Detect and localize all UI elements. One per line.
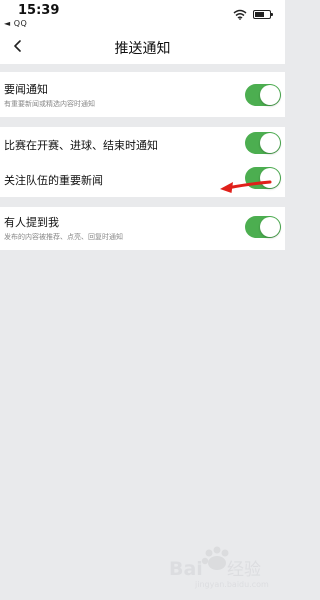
svg-text:jingyan.baidu.com: jingyan.baidu.com bbox=[194, 580, 269, 589]
headline-news-toggle[interactable] bbox=[245, 84, 281, 106]
nav-bar: 推送通知 bbox=[0, 30, 285, 64]
watermark-logo: Bai 经验 jingyan.baidu.com bbox=[169, 546, 269, 589]
status-time: 15:39 bbox=[18, 3, 60, 18]
section-headline-news: 要闻通知 有重要新闻或精选内容时通知 bbox=[0, 72, 285, 117]
match-events-toggle[interactable] bbox=[245, 132, 281, 154]
setting-row-match-events: 比赛在开赛、进球、结束时通知 bbox=[0, 127, 285, 162]
setting-subtitle: 发布的内容被推荐、点亮、回复时通知 bbox=[4, 233, 123, 241]
svg-text:经验: 经验 bbox=[227, 560, 261, 580]
setting-subtitle: 有重要新闻或精选内容时通知 bbox=[4, 100, 95, 108]
back-to-app-link[interactable]: ◄ QQ bbox=[4, 19, 27, 28]
section-mentions: 有人提到我 发布的内容被推荐、点亮、回复时通知 bbox=[0, 207, 285, 250]
setting-title: 要闻通知 bbox=[4, 83, 48, 96]
status-icons bbox=[233, 8, 273, 20]
mentions-toggle[interactable] bbox=[245, 216, 281, 238]
setting-row-headline-news: 要闻通知 有重要新闻或精选内容时通知 bbox=[0, 72, 285, 117]
svg-text:Bai: Bai bbox=[169, 558, 203, 580]
page-title: 推送通知 bbox=[114, 41, 171, 57]
setting-title: 关注队伍的重要新闻 bbox=[4, 174, 103, 187]
setting-row-mentions: 有人提到我 发布的内容被推荐、点亮、回复时通知 bbox=[0, 207, 285, 250]
status-bar: 15:39 ◄ QQ bbox=[0, 0, 285, 30]
setting-title: 比赛在开赛、进球、结束时通知 bbox=[4, 139, 158, 152]
wifi-icon bbox=[233, 9, 247, 20]
battery-icon bbox=[253, 9, 273, 19]
annotation-arrow-icon bbox=[220, 180, 272, 193]
setting-title: 有人提到我 bbox=[4, 216, 59, 229]
screen: 15:39 ◄ QQ 推送通知 要闻通知 有重要新闻或精选内容时通知 比赛在开赛… bbox=[0, 0, 285, 600]
